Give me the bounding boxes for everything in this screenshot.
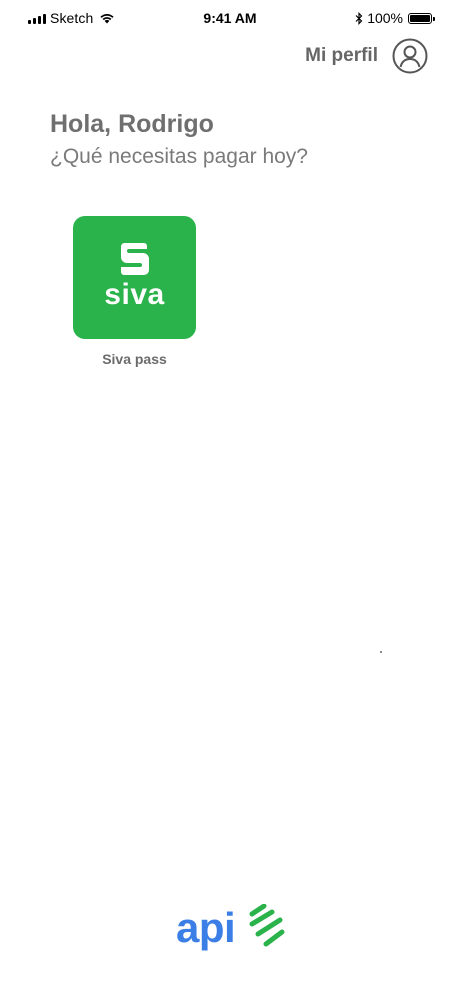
siva-logo-text: siva <box>104 278 165 311</box>
stray-dot <box>380 651 382 653</box>
siva-logo-tile[interactable]: siva <box>73 216 196 339</box>
bluetooth-icon <box>355 11 363 25</box>
status-right: 100% <box>355 10 435 26</box>
service-siva-pass[interactable]: siva Siva pass <box>73 216 196 367</box>
status-bar: Sketch 9:41 AM 100% <box>0 0 460 38</box>
greeting-title: Hola, Rodrigo <box>50 110 214 138</box>
api-stripes-icon <box>249 904 285 947</box>
profile-button[interactable]: Mi perfil <box>305 38 428 74</box>
api-logo-text: api <box>176 904 236 951</box>
profile-label: Mi perfil <box>305 45 378 66</box>
user-circle-icon <box>392 38 428 74</box>
siva-s-icon <box>120 243 149 275</box>
battery-percentage: 100% <box>367 10 403 26</box>
greeting-subtitle: ¿Qué necesitas pagar hoy? <box>50 145 308 168</box>
battery-icon <box>408 12 435 24</box>
api-logo: api <box>176 900 286 956</box>
service-label: Siva pass <box>102 351 167 367</box>
